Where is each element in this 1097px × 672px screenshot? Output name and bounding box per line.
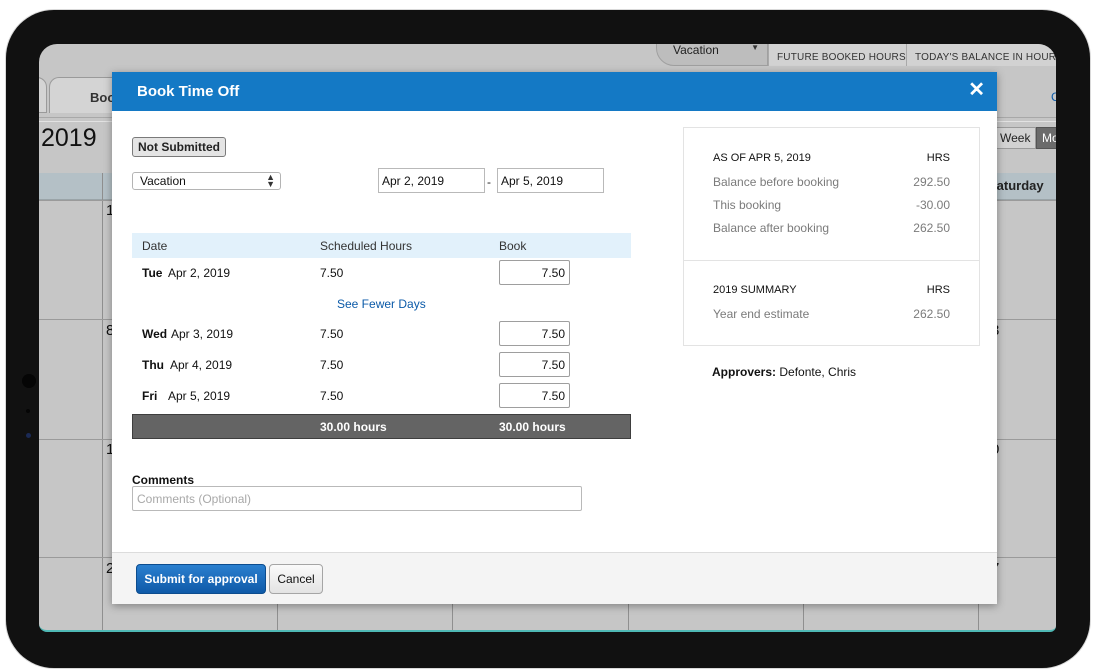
scheduled-hours: 7.50 <box>320 327 344 341</box>
summary-unit: HRS <box>926 284 950 296</box>
leave-type-dropdown-label: Vacation <box>673 44 719 57</box>
summary-line-value: 262.50 <box>913 221 950 235</box>
total-scheduled-hours: 30.00 hours <box>320 420 387 434</box>
leave-type-dropdown[interactable]: Vacation ▼ <box>656 44 768 66</box>
day-name: Wed <box>142 327 168 341</box>
summary-line-label: Balance after booking <box>713 221 830 235</box>
column-header-scheduled: Scheduled Hours <box>320 239 413 253</box>
see-fewer-days-link[interactable]: See Fewer Days <box>337 297 426 311</box>
summary-line-label: Balance before booking <box>713 175 840 189</box>
sensor-icon <box>26 409 30 413</box>
end-date-input[interactable] <box>497 168 604 193</box>
comments-label: Comments <box>132 473 195 487</box>
summary-unit: HRS <box>926 152 950 164</box>
cancel-button[interactable]: Cancel <box>269 564 323 594</box>
indicator-light-icon <box>26 433 31 438</box>
book-hours-input[interactable] <box>499 352 570 377</box>
chevron-down-icon: ▼ <box>751 44 759 52</box>
submit-for-approval-button[interactable]: Submit for approval <box>136 564 266 594</box>
day-name: Thu <box>142 358 164 372</box>
week-view-button[interactable]: Week <box>994 127 1036 149</box>
approvers: Approvers: Defonte, Chris <box>712 365 856 379</box>
total-booked-hours: 30.00 hours <box>499 420 566 434</box>
summary-line-value: 262.50 <box>913 307 950 321</box>
totals-row: 30.00 hours 30.00 hours <box>132 414 631 439</box>
column-header-book: Book <box>499 239 527 253</box>
summary-line-label: Year end estimate <box>713 307 810 321</box>
month-view-button[interactable]: Month <box>1036 127 1056 149</box>
summary-as-of-heading: AS OF APR 5, 2019 <box>713 152 811 164</box>
summary-line-value: 292.50 <box>913 175 950 189</box>
summary-line-value: -30.00 <box>915 198 950 212</box>
dialog-footer: Submit for approval Cancel <box>112 552 997 604</box>
camera-icon <box>22 374 36 388</box>
close-icon[interactable]: ✕ <box>968 79 985 101</box>
background-tab[interactable] <box>39 77 47 113</box>
approvers-names: Defonte, Chris <box>779 365 857 379</box>
scheduled-hours: 7.50 <box>320 358 344 372</box>
calendar-year: 2019 <box>41 124 97 152</box>
background-link[interactable]: C <box>1051 90 1056 104</box>
comments-input[interactable] <box>132 486 582 511</box>
stat-label: TODAY'S BALANCE IN HOURS <box>915 52 1056 63</box>
booking-grid-header: Date Scheduled Hours Book <box>132 233 631 258</box>
column-header-date: Date <box>142 239 168 253</box>
stat-today-balance: TODAY'S BALANCE IN HOURS <box>906 44 1056 66</box>
table-row: Fri Apr 5, 2019 7.50 <box>132 383 631 410</box>
scheduled-hours: 7.50 <box>320 266 344 280</box>
select-arrows-icon: ▲ ▼ <box>266 172 275 189</box>
date-separator: - <box>487 175 491 189</box>
balance-summary-panel: AS OF APR 5, 2019 HRS Balance before boo… <box>683 127 980 346</box>
summary-year-heading: 2019 SUMMARY <box>713 284 797 296</box>
stat-label: FUTURE BOOKED HOURS <box>777 52 906 63</box>
scheduled-hours: 7.50 <box>320 389 344 403</box>
book-hours-input[interactable] <box>499 260 570 285</box>
leave-type-select-value: Vacation <box>140 174 186 188</box>
summary-line-label: This booking <box>713 198 782 212</box>
dialog-header: Book Time Off ✕ <box>112 72 997 111</box>
table-row: Wed Apr 3, 2019 7.50 <box>132 321 631 348</box>
day-date: Apr 2, 2019 <box>168 266 231 280</box>
day-date: Apr 5, 2019 <box>168 389 231 403</box>
day-date: Apr 4, 2019 <box>170 358 233 372</box>
book-time-off-dialog: Book Time Off ✕ Not Submitted Vacation ▲… <box>112 72 997 604</box>
book-hours-input[interactable] <box>499 383 570 408</box>
calendar-column-line <box>102 173 103 630</box>
day-name: Tue <box>142 266 163 280</box>
day-date: Apr 3, 2019 <box>171 327 234 341</box>
approvers-label: Approvers: <box>712 365 777 379</box>
day-name: Fri <box>142 389 158 403</box>
book-hours-input[interactable] <box>499 321 570 346</box>
dialog-title: Book Time Off <box>137 83 240 100</box>
table-row: Tue Apr 2, 2019 7.50 <box>132 260 631 287</box>
table-row: Thu Apr 4, 2019 7.50 <box>132 352 631 379</box>
status-badge: Not Submitted <box>132 137 226 157</box>
start-date-input[interactable] <box>378 168 485 193</box>
leave-type-select[interactable]: Vacation ▲ ▼ <box>132 172 281 190</box>
stat-future-booked: FUTURE BOOKED HOURS <box>768 44 906 66</box>
divider <box>684 260 979 261</box>
